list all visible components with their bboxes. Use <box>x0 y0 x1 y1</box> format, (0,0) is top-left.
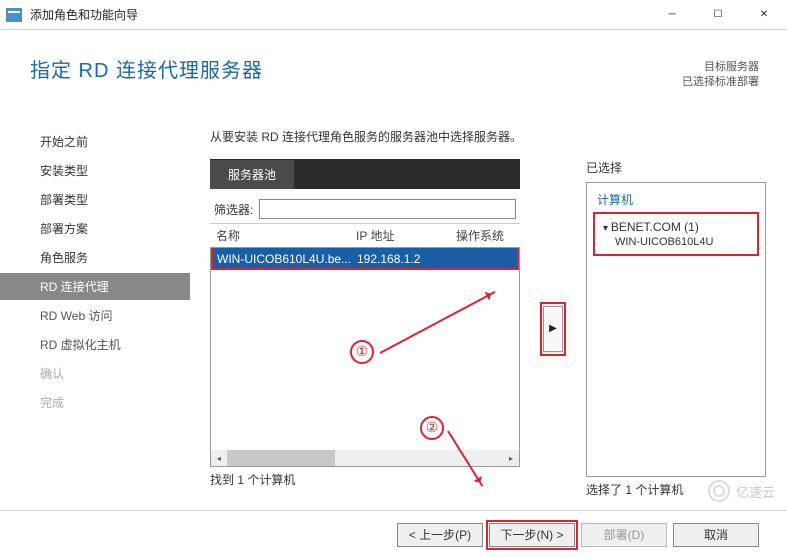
grid-body[interactable]: WIN-UICOB610L4U.be... 192.168.1.2 ◂ ▸ <box>210 247 520 467</box>
app-icon <box>6 8 22 22</box>
selected-title: 已选择 <box>586 159 766 176</box>
nav-rd-web[interactable]: RD Web 访问 <box>0 302 190 329</box>
previous-button[interactable]: < 上一步(P) <box>397 523 483 547</box>
tab-server-pool[interactable]: 服务器池 <box>210 160 294 189</box>
page-title: 指定 RD 连接代理服务器 <box>30 54 757 83</box>
title-bar: 添加角色和功能向导 ─ ☐ ✕ <box>0 0 787 30</box>
wizard-nav: 开始之前 安装类型 部署类型 部署方案 角色服务 RD 连接代理 RD Web … <box>0 120 190 508</box>
grid-header: 名称 IP 地址 操作系统 <box>210 223 520 247</box>
next-button[interactable]: 下一步(N) > <box>489 523 575 547</box>
watermark: 亿速云 <box>708 480 775 502</box>
table-row[interactable]: WIN-UICOB610L4U.be... 192.168.1.2 <box>211 248 519 270</box>
close-button[interactable]: ✕ <box>741 0 787 29</box>
window-title: 添加角色和功能向导 <box>30 6 649 23</box>
filter-label: 筛选器: <box>214 201 253 218</box>
watermark-icon <box>708 480 730 502</box>
maximize-button[interactable]: ☐ <box>695 0 741 29</box>
deploy-button: 部署(D) <box>581 523 667 547</box>
target-value: 已选择标准部署 <box>682 75 759 90</box>
nav-install-type[interactable]: 安装类型 <box>0 157 190 184</box>
filter-row: 筛选器: <box>210 189 520 223</box>
domain-node[interactable]: BENET.COM (1) <box>603 220 749 234</box>
server-pool: 服务器池 筛选器: 名称 IP 地址 操作系统 WIN-UICOB <box>210 159 520 498</box>
description-text: 从要安装 RD 连接代理角色服务的服务器池中选择服务器。 <box>210 128 767 145</box>
col-os[interactable]: 操作系统 <box>456 227 514 244</box>
watermark-text: 亿速云 <box>736 482 775 501</box>
target-label: 目标服务器 <box>682 60 759 75</box>
wizard-header: 指定 RD 连接代理服务器 目标服务器 已选择标准部署 <box>0 30 787 95</box>
pool-area: 服务器池 筛选器: 名称 IP 地址 操作系统 WIN-UICOB <box>210 159 767 498</box>
scroll-left-icon[interactable]: ◂ <box>211 450 227 466</box>
window-controls: ─ ☐ ✕ <box>649 0 787 29</box>
selected-col-header: 计算机 <box>597 191 755 208</box>
wizard-body: 指定 RD 连接代理服务器 目标服务器 已选择标准部署 开始之前 安装类型 部署… <box>0 30 787 558</box>
nav-rd-virt[interactable]: RD 虚拟化主机 <box>0 331 190 358</box>
nav-deploy-plan[interactable]: 部署方案 <box>0 215 190 242</box>
col-name[interactable]: 名称 <box>216 227 356 244</box>
wizard-content: 开始之前 安装类型 部署类型 部署方案 角色服务 RD 连接代理 RD Web … <box>0 120 787 508</box>
h-scrollbar[interactable]: ◂ ▸ <box>211 450 519 466</box>
target-info: 目标服务器 已选择标准部署 <box>682 60 759 91</box>
cell-name: WIN-UICOB610L4U.be... <box>217 252 357 266</box>
scroll-thumb[interactable] <box>227 450 335 466</box>
filter-input[interactable] <box>259 199 516 219</box>
scroll-right-icon[interactable]: ▸ <box>503 450 519 466</box>
move-column <box>538 159 568 498</box>
nav-before-begin[interactable]: 开始之前 <box>0 128 190 155</box>
selected-server-item[interactable]: WIN-UICOB610L4U <box>615 236 749 248</box>
nav-confirm: 确认 <box>0 360 190 387</box>
selected-panel: 已选择 计算机 BENET.COM (1) WIN-UICOB610L4U 选择… <box>586 159 766 498</box>
selected-box[interactable]: 计算机 BENET.COM (1) WIN-UICOB610L4U <box>586 182 766 477</box>
nav-rd-broker[interactable]: RD 连接代理 <box>0 273 190 300</box>
add-button[interactable] <box>540 302 566 356</box>
minimize-button[interactable]: ─ <box>649 0 695 29</box>
nav-complete: 完成 <box>0 389 190 416</box>
pool-tabstrip: 服务器池 <box>210 159 520 189</box>
nav-deploy-type[interactable]: 部署类型 <box>0 186 190 213</box>
cancel-button[interactable]: 取消 <box>673 523 759 547</box>
content-area: 从要安装 RD 连接代理角色服务的服务器池中选择服务器。 服务器池 筛选器: 名… <box>190 120 787 508</box>
col-ip[interactable]: IP 地址 <box>356 227 456 244</box>
arrow-right-icon <box>543 306 563 352</box>
annotation-selected-highlight: BENET.COM (1) WIN-UICOB610L4U <box>593 212 759 256</box>
wizard-footer: < 上一步(P) 下一步(N) > 部署(D) 取消 <box>0 510 787 558</box>
nav-role-services[interactable]: 角色服务 <box>0 244 190 271</box>
cell-ip: 192.168.1.2 <box>357 252 457 266</box>
